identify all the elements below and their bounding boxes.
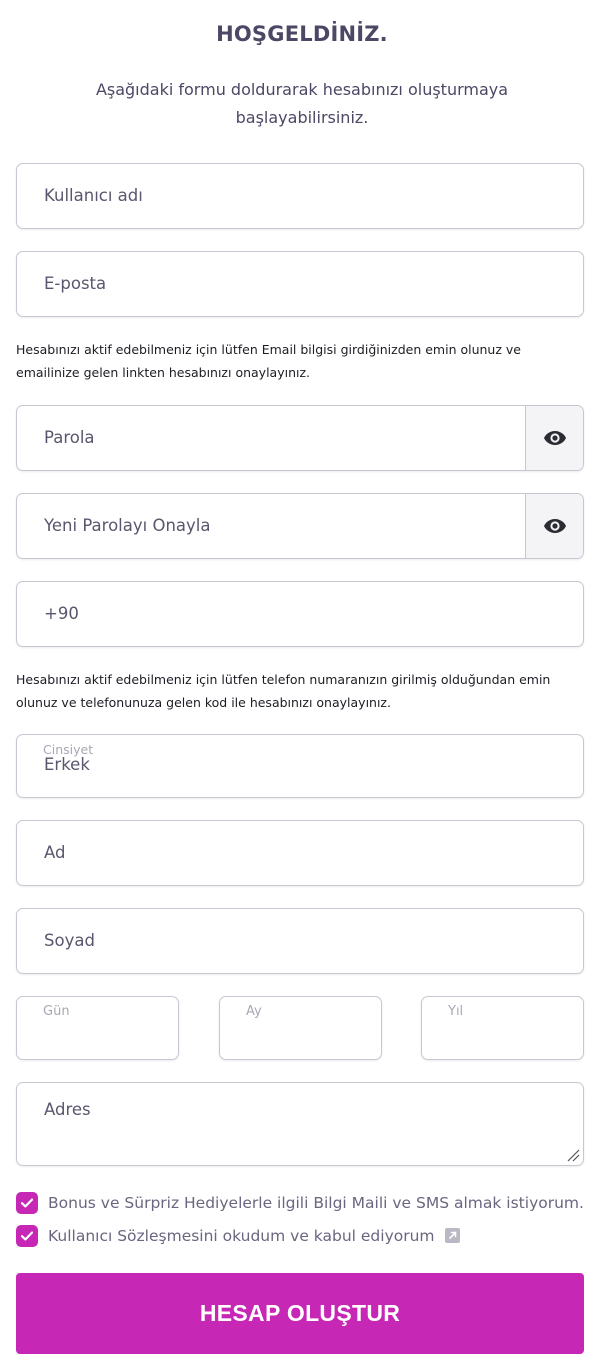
external-link-icon[interactable] [445, 1228, 461, 1243]
year-label: Yıl [448, 1004, 464, 1019]
bonus-consent-checkbox[interactable] [16, 1192, 38, 1214]
create-account-label: HESAP OLUŞTUR [199, 1300, 401, 1326]
birth-year-select[interactable]: Yıl [421, 996, 584, 1060]
terms-consent-row[interactable]: Kullanıcı Sözleşmesini okudum ve kabul e… [16, 1225, 596, 1247]
checkmark-icon [21, 1231, 33, 1241]
day-label: Gün [43, 1004, 70, 1019]
gender-select[interactable]: Cinsiyet Erkek [16, 734, 584, 798]
eye-icon [543, 431, 566, 445]
username-placeholder: Kullanıcı adı [44, 186, 143, 205]
birth-month-select[interactable]: Ay [219, 996, 382, 1060]
address-textarea[interactable]: Adres [16, 1082, 584, 1166]
email-input[interactable]: E-posta [16, 251, 584, 317]
confirm-password-toggle-button[interactable] [525, 494, 583, 558]
first-name-placeholder: Ad [44, 843, 66, 862]
terms-consent-checkbox[interactable] [16, 1225, 38, 1247]
create-account-button[interactable]: HESAP OLUŞTUR [16, 1273, 584, 1354]
first-name-input[interactable]: Ad [16, 820, 584, 886]
phone-input[interactable]: +90 [16, 581, 584, 647]
last-name-placeholder: Soyad [44, 931, 95, 950]
page-subtitle: Aşağıdaki formu doldurarak hesabınızı ol… [95, 80, 509, 127]
eye-icon [543, 519, 566, 533]
resize-handle-icon[interactable] [566, 1148, 580, 1162]
phone-note: Hesabınızı aktif edebilmeniz için lütfen… [16, 672, 551, 710]
password-placeholder: Parola [44, 428, 95, 447]
confirm-password-placeholder: Yeni Parolayı Onayla [44, 516, 211, 535]
email-note: Hesabınızı aktif edebilmeniz için lütfen… [16, 342, 521, 380]
bonus-consent-label: Bonus ve Sürpriz Hediyelerle ilgili Bilg… [48, 1194, 584, 1212]
bonus-consent-row[interactable]: Bonus ve Sürpriz Hediyelerle ilgili Bilg… [16, 1192, 596, 1214]
terms-consent-label: Kullanıcı Sözleşmesini okudum ve kabul e… [48, 1227, 461, 1245]
confirm-password-input[interactable]: Yeni Parolayı Onayla [16, 493, 584, 559]
email-placeholder: E-posta [44, 274, 107, 293]
phone-value: +90 [44, 604, 79, 623]
password-input[interactable]: Parola [16, 405, 584, 471]
month-label: Ay [246, 1004, 262, 1019]
birth-day-select[interactable]: Gün [16, 996, 179, 1060]
checkmark-icon [21, 1198, 33, 1208]
address-placeholder: Adres [44, 1100, 91, 1119]
terms-consent-text: Kullanıcı Sözleşmesini okudum ve kabul e… [48, 1227, 435, 1245]
page-title: HOŞGELDİNİZ. [216, 22, 388, 46]
password-toggle-button[interactable] [525, 406, 583, 470]
gender-value: Erkek [44, 755, 90, 774]
username-input[interactable]: Kullanıcı adı [16, 163, 584, 229]
last-name-input[interactable]: Soyad [16, 908, 584, 974]
